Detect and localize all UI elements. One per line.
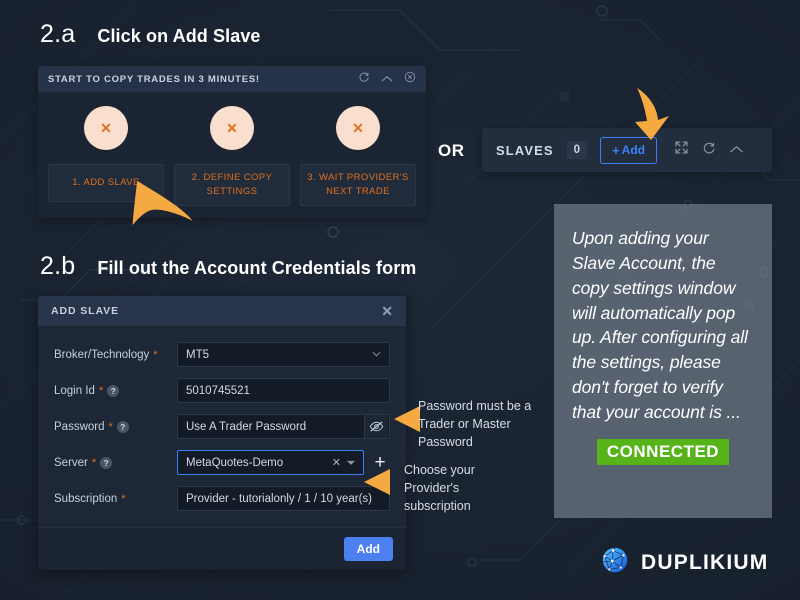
brand-name: DUPLIKIUM (641, 550, 769, 574)
eye-slash-icon[interactable] (364, 415, 388, 438)
plus-icon: + (612, 142, 620, 158)
password-input[interactable]: Use A Trader Password (177, 414, 390, 439)
help-icon[interactable]: ? (100, 456, 113, 469)
add-slave-form-title: ADD SLAVE (51, 305, 119, 317)
subscription-callout: Choose your Provider's subscription (404, 463, 475, 513)
help-icon[interactable]: ? (107, 384, 120, 397)
broker-label: Broker/Technology * (54, 349, 177, 361)
form-row-server: Server * ? MetaQuotes-Demo ✕ + (54, 450, 390, 475)
step-3-label[interactable]: 3. WAIT PROVIDER'S NEXT TRADE (300, 164, 416, 206)
submit-add-button[interactable]: Add (343, 537, 393, 561)
login-id-label-text: Login Id (54, 384, 95, 397)
callout-arrow-subscription (364, 469, 390, 495)
globe-network-icon (600, 545, 630, 580)
password-value: Use A Trader Password (186, 420, 307, 433)
refresh-icon[interactable] (358, 70, 370, 88)
broker-select[interactable]: MT5 (177, 342, 390, 367)
add-slave-form-header: ADD SLAVE ✕ (38, 296, 406, 326)
step-3-status-icon: ✕ (336, 106, 380, 150)
password-label: Password * ? (54, 420, 177, 433)
subscription-label: Subscription * (54, 493, 177, 505)
or-label: OR (438, 141, 465, 160)
add-slave-button-label: Add (621, 143, 645, 157)
copy-trades-steps-row: ✕ 1. ADD SLAVE ✕ 2. DEFINE COPY SETTINGS… (38, 92, 426, 218)
info-note-text: Upon adding your Slave Account, the copy… (572, 228, 748, 422)
required-asterisk: * (153, 348, 158, 361)
copy-trades-panel-title: START TO COPY TRADES IN 3 MINUTES! (48, 73, 260, 85)
step-1-status-icon: ✕ (84, 106, 128, 150)
copy-trades-panel: START TO COPY TRADES IN 3 MINUTES! ✕ 1. … (38, 66, 426, 218)
clear-icon[interactable]: ✕ (332, 456, 341, 469)
required-asterisk: * (98, 384, 104, 397)
refresh-icon[interactable] (702, 141, 716, 160)
subscription-label-text: Subscription (54, 492, 118, 505)
chevron-down-icon (372, 350, 381, 359)
password-label-text: Password (54, 420, 105, 433)
subscription-select[interactable]: Provider - tutorialonly / 1 / 10 year(s) (177, 486, 390, 511)
step-a-title: Click on Add Slave (97, 26, 261, 46)
required-asterisk: * (91, 456, 97, 469)
brand: DUPLIKIUM (600, 545, 768, 580)
chevron-up-icon[interactable] (729, 141, 744, 159)
help-icon[interactable]: ? (116, 420, 129, 433)
copy-trade-step-3[interactable]: ✕ 3. WAIT PROVIDER'S NEXT TRADE (300, 106, 416, 206)
broker-label-text: Broker/Technology (54, 348, 150, 361)
subscription-value: Provider - tutorialonly / 1 / 10 year(s) (186, 492, 372, 505)
add-slave-form-footer: Add (38, 527, 406, 570)
step-b-title: Fill out the Account Credentials form (97, 258, 417, 278)
step-b-heading: 2.b Fill out the Account Credentials for… (40, 252, 416, 281)
form-row-subscription: Subscription * Provider - tutorialonly / … (54, 486, 390, 511)
close-icon[interactable]: ✕ (381, 304, 393, 318)
chevron-up-icon[interactable] (381, 70, 393, 88)
step-a-heading: 2.a Click on Add Slave (40, 20, 261, 49)
pointer-arrow-add-button (635, 88, 669, 140)
password-callout: Password must be a Trader or Master Pass… (418, 399, 532, 449)
server-select[interactable]: MetaQuotes-Demo ✕ (177, 450, 364, 475)
login-id-input[interactable]: 5010745521 (177, 378, 390, 403)
form-row-password: Password * ? Use A Trader Password (54, 414, 390, 439)
form-row-broker: Broker/Technology * MT5 (54, 342, 390, 367)
server-label-text: Server (54, 456, 88, 469)
chevron-down-icon (347, 458, 355, 467)
required-asterisk: * (121, 492, 126, 505)
form-row-login-id: Login Id * ? 5010745521 (54, 378, 390, 403)
close-icon[interactable] (404, 70, 416, 88)
add-slave-form: ADD SLAVE ✕ Broker/Technology * MT5 Login… (38, 296, 406, 570)
step-a-number: 2.a (40, 20, 76, 48)
required-asterisk: * (108, 420, 113, 433)
slaves-label: SLAVES (496, 142, 554, 158)
login-id-value: 5010745521 (186, 384, 250, 397)
login-id-label: Login Id * ? (54, 384, 177, 397)
broker-value: MT5 (186, 348, 209, 361)
slaves-count-badge: 0 (566, 141, 588, 159)
step-b-number: 2.b (40, 252, 76, 280)
status-badge-wrap: CONNECTED (572, 438, 754, 465)
slaves-bar-icons (674, 140, 744, 160)
add-slave-form-body: Broker/Technology * MT5 Login Id * ? 50107… (38, 326, 406, 527)
info-note-card: Upon adding your Slave Account, the copy… (554, 204, 772, 518)
copy-trades-panel-icons (358, 70, 416, 88)
server-label: Server * ? (54, 456, 177, 469)
cursor-arrow-add-slave (132, 180, 193, 225)
status-badge: CONNECTED (596, 438, 730, 465)
server-value: MetaQuotes-Demo (186, 456, 284, 469)
copy-trades-panel-header: START TO COPY TRADES IN 3 MINUTES! (38, 66, 426, 92)
step-2-status-icon: ✕ (210, 106, 254, 150)
